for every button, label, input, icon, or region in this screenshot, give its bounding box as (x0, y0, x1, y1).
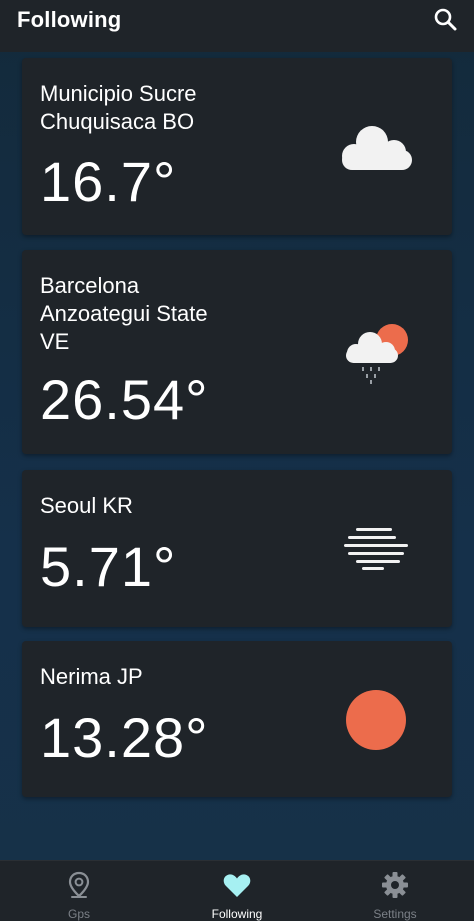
nav-item-settings[interactable]: Settings (316, 861, 474, 921)
app-root: Following Municipio Sucre Chuquisaca BO … (0, 0, 474, 921)
nav-label: Following (211, 907, 263, 921)
fog-icon (342, 526, 412, 577)
city-card[interactable]: Nerima JP 13.28° (22, 641, 452, 797)
page-title: Following (17, 7, 122, 32)
nav-label: Gps (67, 907, 90, 921)
bottom-navigation: Gps Following Settings (0, 860, 474, 921)
city-name: Municipio Sucre Chuquisaca BO (40, 81, 197, 134)
nav-item-following[interactable]: Following (158, 861, 316, 921)
sun-icon (344, 688, 408, 757)
city-name: Barcelona Anzoategui State VE (40, 273, 208, 354)
top-app-bar: Following (0, 0, 474, 52)
location-pin-icon (64, 870, 94, 900)
city-card[interactable]: Seoul KR 5.71° (22, 470, 452, 627)
city-card[interactable]: Municipio Sucre Chuquisaca BO 16.7° (22, 58, 452, 235)
cloud-icon (336, 120, 418, 181)
nav-label: Settings (373, 907, 417, 921)
search-icon[interactable] (432, 6, 460, 34)
temperature: 26.54° (40, 368, 209, 431)
temperature: 5.71° (40, 535, 177, 598)
rain-cloud-sun-icon (342, 320, 412, 393)
city-name: Nerima JP (40, 664, 143, 689)
temperature: 16.7° (40, 150, 177, 213)
gear-icon (380, 870, 410, 900)
city-name: Seoul KR (40, 493, 133, 518)
heart-icon (222, 870, 252, 900)
temperature: 13.28° (40, 706, 209, 769)
nav-item-gps[interactable]: Gps (0, 861, 158, 921)
city-card[interactable]: Barcelona Anzoategui State VE 26.54° (22, 250, 452, 454)
